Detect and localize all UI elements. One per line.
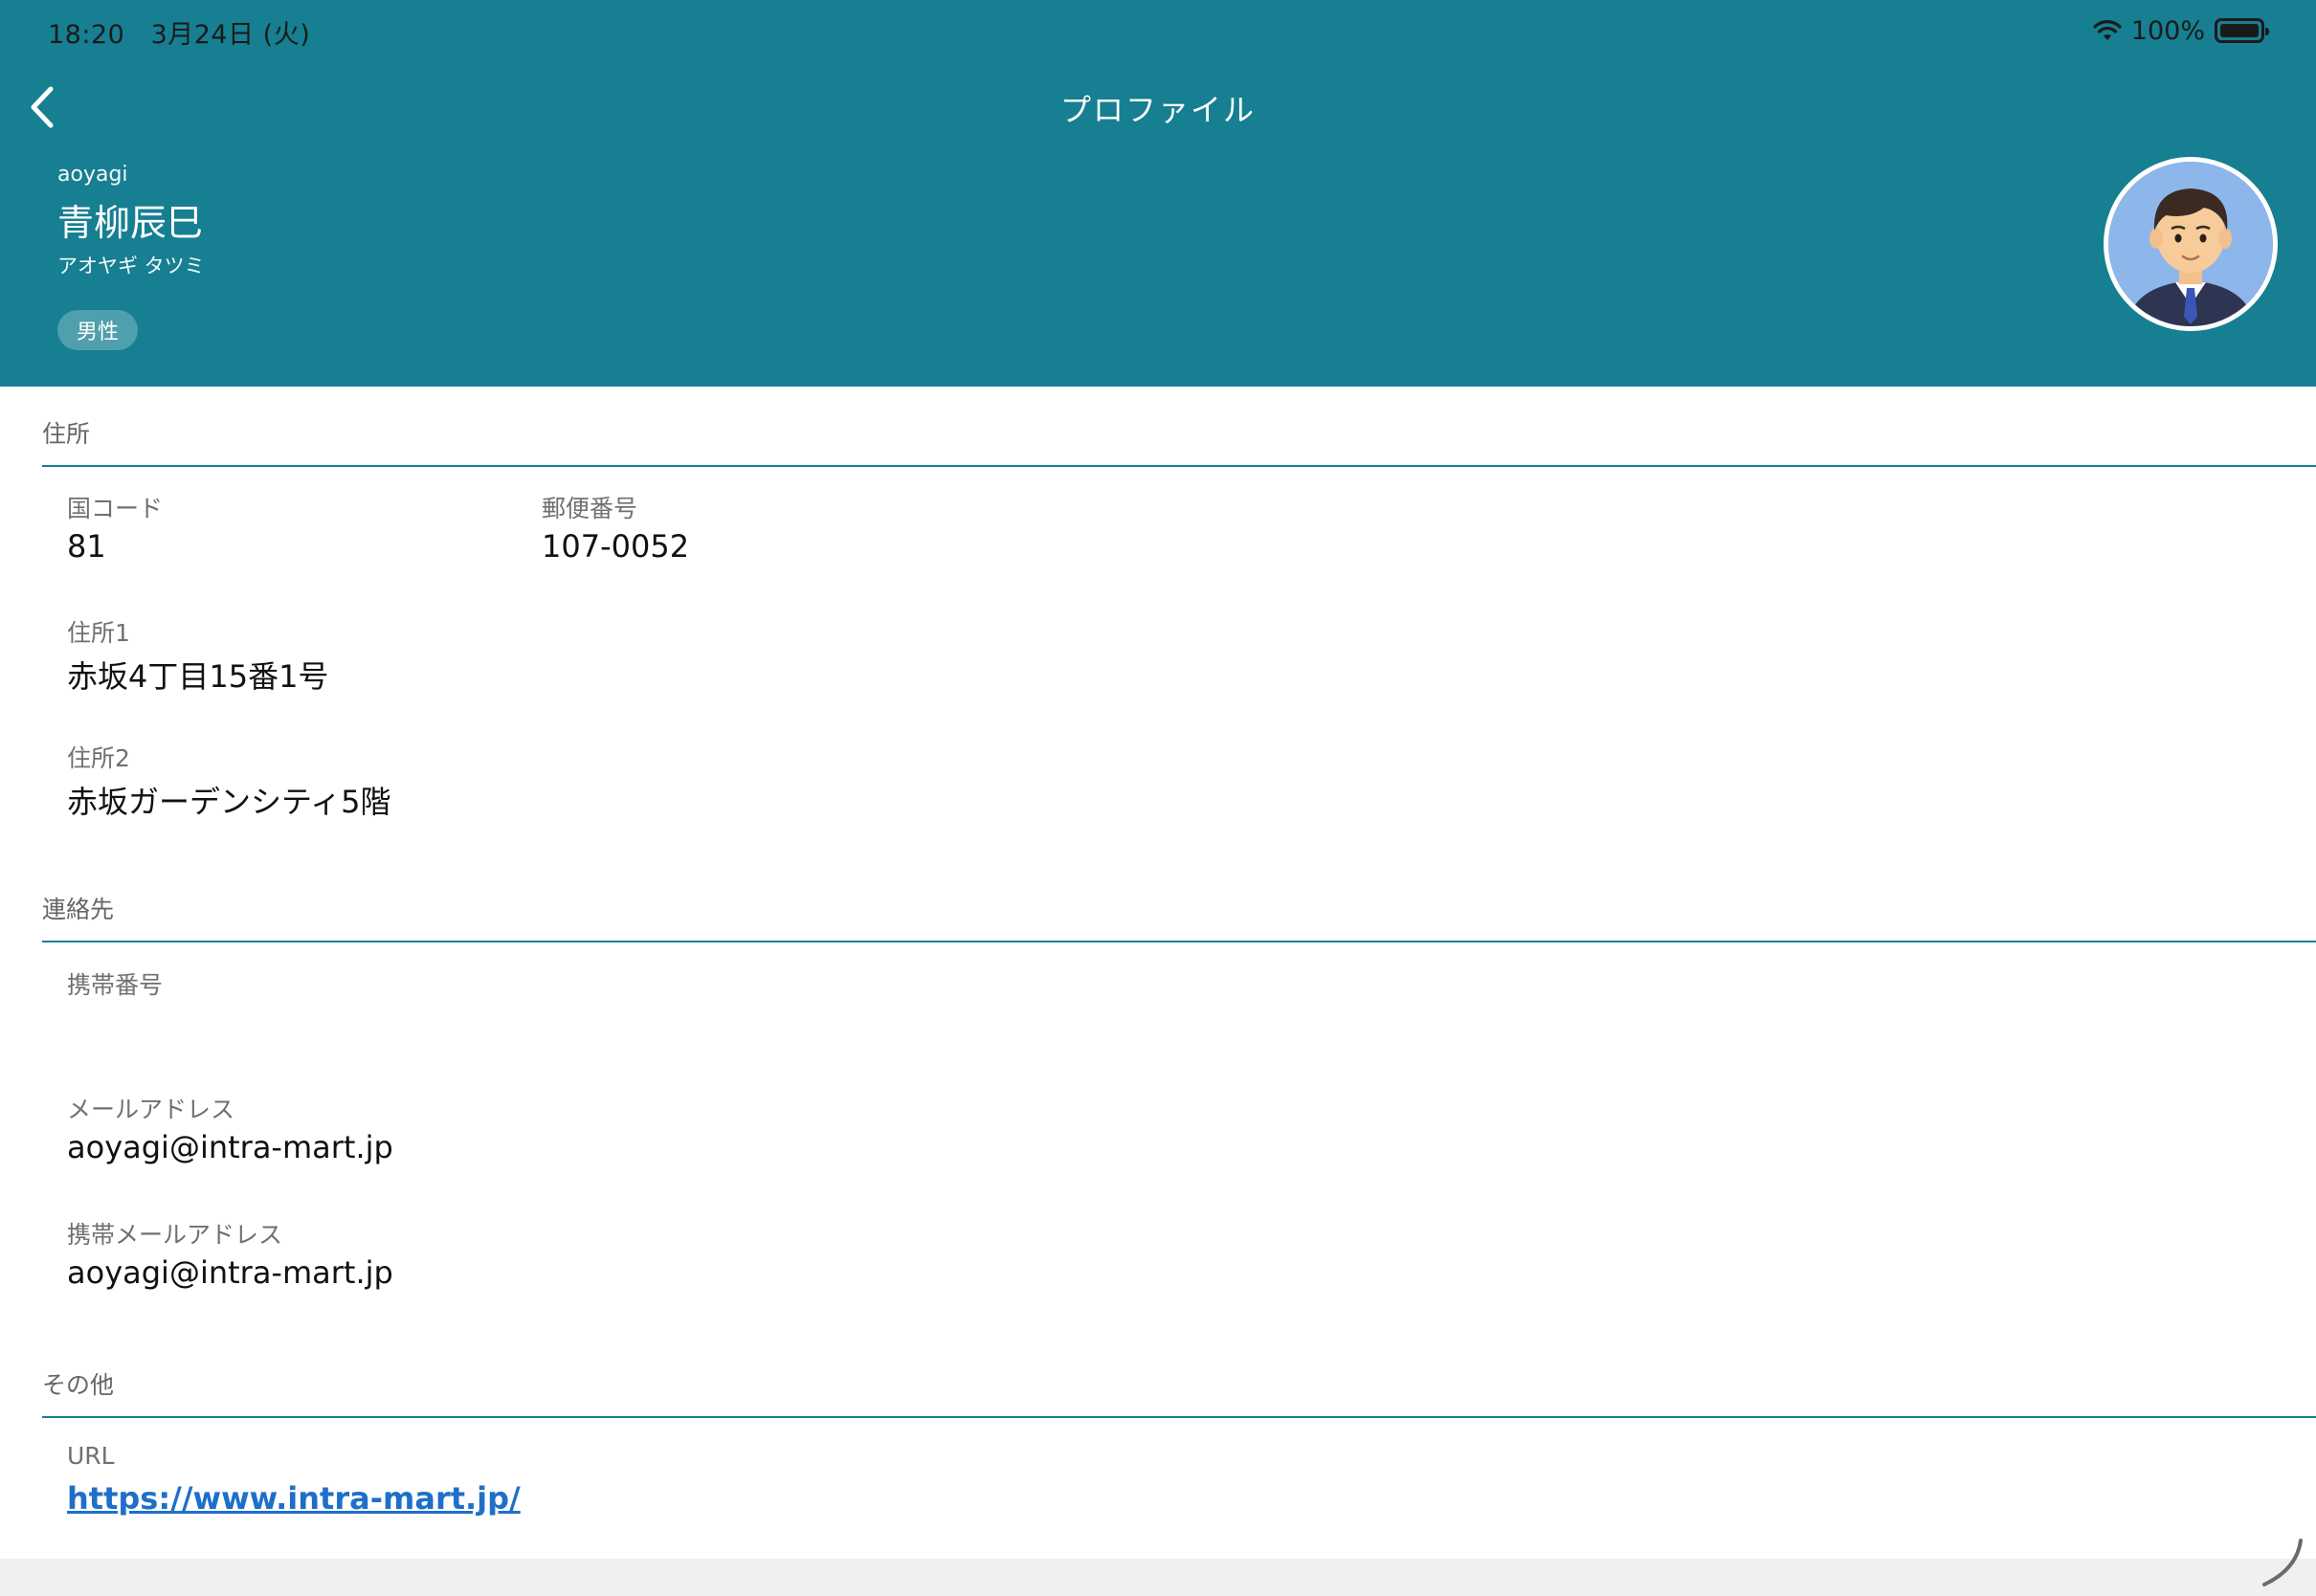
profile-header: 18:20 3月24日 (火) 100% プロファイル aoyagi 青柳辰巳 … — [0, 0, 2316, 387]
gender-badge: 男性 — [57, 310, 139, 350]
battery-fill — [2220, 24, 2259, 37]
mobile-email-value[interactable]: aoyagi@intra-mart.jp — [67, 1254, 393, 1291]
wifi-icon — [2093, 20, 2122, 40]
mobile-number-label: 携帯番号 — [67, 971, 164, 999]
address2-value: 赤坂ガーデンシティ5階 — [67, 784, 391, 820]
address2-label: 住所2 — [67, 744, 130, 772]
section-address-header: 住所 — [42, 387, 2316, 467]
status-indicators: 100% — [2093, 13, 2269, 48]
url-label: URL — [67, 1442, 115, 1470]
scroll-grip-icon — [2262, 1539, 2303, 1586]
bottom-bar — [0, 1539, 2316, 1596]
battery-icon — [2215, 18, 2269, 43]
country-code-label: 国コード — [67, 495, 164, 522]
section-other-header: その他 — [42, 1338, 2316, 1418]
section-contact-header: 連絡先 — [42, 862, 2316, 942]
country-code-value: 81 — [67, 528, 106, 565]
postal-code-value: 107-0052 — [542, 528, 690, 565]
user-name-kana: アオヤギ タツミ — [57, 255, 205, 277]
mobile-email-label: 携帯メールアドレス — [67, 1221, 283, 1249]
profile-content: 住所 国コード 81 郵便番号 107-0052 住所1 赤坂4丁目15番1号 … — [0, 387, 2316, 1559]
email-label: メールアドレス — [67, 1096, 235, 1123]
postal-code-label: 郵便番号 — [542, 495, 638, 522]
address1-label: 住所1 — [67, 619, 130, 647]
section-address-title: 住所 — [42, 420, 91, 448]
status-time: 18:20 3月24日 (火) — [48, 13, 310, 51]
email-value[interactable]: aoyagi@intra-mart.jp — [67, 1129, 393, 1165]
status-clock: 18:20 — [48, 20, 125, 50]
user-name: 青柳辰巳 — [57, 202, 204, 244]
avatar — [2104, 157, 2278, 331]
status-date: 3月24日 (火) — [150, 20, 311, 50]
section-other-title: その他 — [42, 1371, 115, 1399]
user-id: aoyagi — [57, 163, 128, 187]
page-title: プロファイル — [1059, 92, 1256, 128]
section-contact-title: 連絡先 — [42, 896, 115, 923]
address1-value: 赤坂4丁目15番1号 — [67, 658, 329, 695]
url-link[interactable]: https://www.intra-mart.jp/ — [67, 1480, 521, 1517]
avatar-illustration — [2108, 162, 2273, 326]
battery-percent: 100% — [2130, 15, 2205, 46]
